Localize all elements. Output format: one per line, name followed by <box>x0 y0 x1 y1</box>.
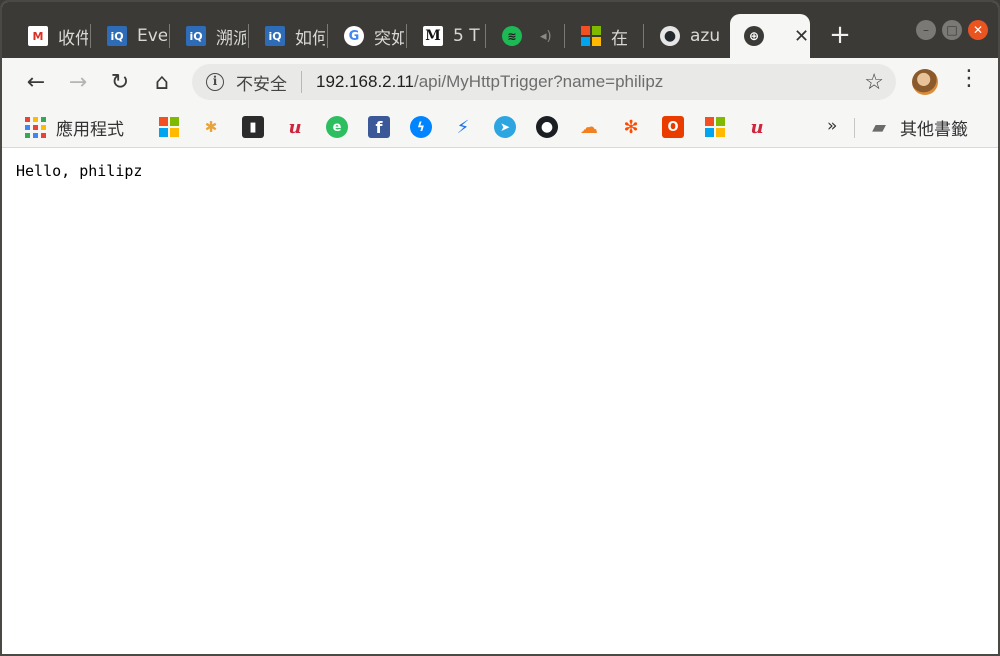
bookmark-microsoft[interactable] <box>158 116 180 138</box>
tab-google[interactable]: G 突如 <box>330 14 407 58</box>
lightning-icon: ⚡ <box>456 116 470 138</box>
bookmark-other-label: 其他書籤 <box>900 119 968 140</box>
navigation-toolbar: ← → ↻ ⌂ i 不安全 192.168.2.11/api/MyHttpTri… <box>2 58 998 106</box>
minimize-button[interactable]: – <box>916 20 936 40</box>
evernote-icon: e <box>326 116 348 138</box>
tab-title: Eve <box>137 26 167 46</box>
browser-window: M 收件 iQ Eve iQ 溯派 iQ 如何 G 突如 M 5 T <box>0 0 1000 656</box>
page-content: Hello, philipz <box>2 149 998 654</box>
bookmark-bolt[interactable]: ⚡ <box>452 116 474 138</box>
apps-grid-icon <box>24 116 46 138</box>
slack-icon: ✱ <box>204 118 218 136</box>
home-button[interactable]: ⌂ <box>146 66 178 98</box>
bookmark-other[interactable]: ▰ 其他書籤 <box>868 116 968 140</box>
bookmark-apps-label: 應用程式 <box>56 119 124 140</box>
infoq-icon: iQ <box>107 26 127 46</box>
udemy-icon: u <box>750 116 764 138</box>
tab-title: 收件 <box>58 28 88 49</box>
bookmarks-bar: 應用程式 ✱ ▮ u e f ϟ ⚡ ➤ ● ☁ ✻ O u » ▰ 其他書籤 <box>2 106 998 148</box>
maximize-button[interactable]: □ <box>942 20 962 40</box>
url-host: 192.168.2.11 <box>316 72 414 91</box>
bookmark-fitbit[interactable]: ▮ <box>242 116 264 138</box>
tab-infoq-3[interactable]: iQ 如何 <box>251 14 328 58</box>
tab-github[interactable]: ● azu <box>646 14 723 58</box>
medium-icon: M <box>423 26 443 46</box>
tab-title: 溯派 <box>216 28 246 49</box>
bookmark-udemy-2[interactable]: u <box>746 116 768 138</box>
info-icon[interactable]: i <box>206 73 224 91</box>
tab-spotify[interactable]: ≋ ◂) <box>488 14 565 58</box>
new-tab-button[interactable]: + <box>826 22 854 50</box>
asterisk-icon: ✻ <box>623 116 639 138</box>
tab-active[interactable]: ⊕ ✕ <box>730 14 810 58</box>
url-path: /api/MyHttpTrigger?name=philipz <box>414 72 664 91</box>
window-controls: – □ ✕ <box>916 20 988 40</box>
bookmark-zapier[interactable]: ✻ <box>620 116 642 138</box>
microsoft-icon <box>704 116 726 138</box>
bookmarks-overflow-button[interactable]: » <box>827 116 837 136</box>
microsoft-icon <box>581 26 601 46</box>
tab-gmail[interactable]: M 收件 <box>14 14 91 58</box>
tab-title: 突如 <box>374 28 404 49</box>
book-icon: ▮ <box>242 116 264 138</box>
bookmark-evernote[interactable]: e <box>326 116 348 138</box>
cloud-icon: ☁ <box>580 116 598 138</box>
infoq-icon: iQ <box>186 26 206 46</box>
spotify-icon: ≋ <box>502 26 522 46</box>
security-label[interactable]: 不安全 <box>236 70 287 95</box>
gmail-icon: M <box>28 26 48 46</box>
bookmark-telegram[interactable]: ➤ <box>494 116 516 138</box>
microsoft-icon <box>158 116 180 138</box>
github-icon: ● <box>660 26 680 46</box>
bookmark-udemy-1[interactable]: u <box>284 116 306 138</box>
tab-title: 在 <box>611 28 628 49</box>
close-tab-icon[interactable]: ✕ <box>794 26 809 47</box>
address-bar[interactable]: i 不安全 192.168.2.11/api/MyHttpTrigger?nam… <box>192 64 896 100</box>
tab-title: azu <box>690 26 720 46</box>
messenger-icon: ϟ <box>410 116 432 138</box>
response-text: Hello, philipz <box>16 162 143 180</box>
bookmark-microsoft-2[interactable] <box>704 116 726 138</box>
close-window-button[interactable]: ✕ <box>968 20 988 40</box>
google-icon: G <box>344 26 364 46</box>
profile-avatar[interactable] <box>912 69 938 95</box>
folder-icon: ▰ <box>872 116 886 138</box>
audio-playing-icon: ◂) <box>540 28 552 44</box>
tab-title: 5 T <box>453 26 480 46</box>
bookmark-star-icon[interactable]: ☆ <box>864 69 884 95</box>
tab-infoq-1[interactable]: iQ Eve <box>93 14 170 58</box>
github-icon: ● <box>536 116 558 138</box>
tab-infoq-2[interactable]: iQ 溯派 <box>172 14 249 58</box>
tab-microsoft[interactable]: 在 <box>567 14 644 58</box>
bookmark-messenger[interactable]: ϟ <box>410 116 432 138</box>
infoq-icon: iQ <box>265 26 285 46</box>
tab-medium[interactable]: M 5 T <box>409 14 486 58</box>
tab-strip: M 收件 iQ Eve iQ 溯派 iQ 如何 G 突如 M 5 T <box>2 2 998 58</box>
bookmark-facebook[interactable]: f <box>368 116 390 138</box>
forward-button[interactable]: → <box>62 66 94 98</box>
bookmarks-divider <box>854 118 855 138</box>
globe-icon: ⊕ <box>744 26 764 46</box>
address-divider <box>301 71 302 93</box>
udemy-icon: u <box>288 116 302 138</box>
bookmark-slack[interactable]: ✱ <box>200 116 222 138</box>
bookmark-cloudflare[interactable]: ☁ <box>578 116 600 138</box>
back-button[interactable]: ← <box>20 66 52 98</box>
telegram-icon: ➤ <box>494 116 516 138</box>
bookmark-github[interactable]: ● <box>536 116 558 138</box>
bookmark-apps[interactable]: 應用程式 <box>24 116 124 140</box>
browser-menu-button[interactable]: ⋮ <box>958 66 980 98</box>
facebook-icon: f <box>368 116 390 138</box>
tab-title: 如何 <box>295 28 325 49</box>
office-icon: O <box>662 116 684 138</box>
reload-button[interactable]: ↻ <box>104 66 136 98</box>
bookmark-office[interactable]: O <box>662 116 684 138</box>
